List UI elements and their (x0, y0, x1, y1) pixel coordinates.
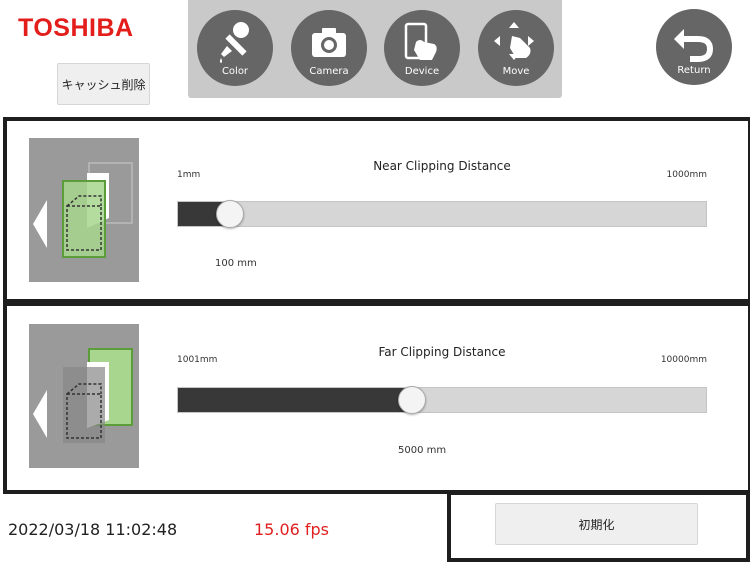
tablet-touch-icon (404, 22, 437, 60)
far-max-label: 10000mm (660, 355, 707, 365)
far-min-label: 1001mm (177, 355, 218, 365)
return-button[interactable]: Return (656, 9, 732, 85)
far-slider-fill (178, 388, 413, 412)
color-tool-button[interactable]: Color (197, 10, 273, 86)
far-slider-thumb[interactable] (398, 386, 427, 414)
tool-label: Move (502, 66, 530, 77)
reset-button[interactable]: 初期化 (495, 503, 698, 545)
camera-tool-button[interactable]: Camera (291, 10, 367, 86)
return-label: Return (677, 65, 711, 76)
near-clipping-title: Near Clipping Distance (373, 159, 511, 173)
tool-label: Device (404, 66, 440, 77)
near-max-label: 1000mm (666, 170, 707, 180)
datetime-text: 2022/03/18 11:02:48 (8, 520, 178, 539)
clear-cache-button[interactable]: キャッシュ削除 (57, 63, 150, 105)
device-tool-button[interactable]: Device (384, 10, 460, 86)
reset-panel: 初期化 (447, 491, 750, 562)
near-clip-diagram (33, 162, 133, 258)
far-clipping-title: Far Clipping Distance (378, 345, 506, 359)
tool-label: Color (221, 66, 249, 77)
tool-bar: Color Camera Device Move (188, 0, 562, 98)
move-hand-icon (494, 22, 534, 60)
return-arrow-icon (674, 29, 714, 62)
toshiba-logo: TOSHIBA (18, 14, 134, 42)
tool-label: Camera (309, 66, 349, 77)
dropper-icon (220, 22, 249, 63)
far-clipping-panel: Far Clipping Distance 1001mm 10000mm 500… (3, 302, 750, 494)
near-value-label: 100 mm (215, 258, 257, 269)
far-clip-diagram (33, 348, 133, 443)
near-clipping-illustration (29, 138, 139, 282)
near-min-label: 1mm (177, 170, 201, 180)
far-clipping-illustration (29, 324, 139, 468)
far-value-label: 5000 mm (398, 445, 447, 456)
far-clipping-slider[interactable] (177, 386, 707, 414)
camera-icon (312, 28, 346, 57)
fps-counter: 15.06 fps (254, 520, 330, 539)
move-tool-button[interactable]: Move (478, 10, 554, 86)
near-clipping-slider[interactable] (177, 200, 707, 228)
near-slider-thumb[interactable] (216, 200, 245, 228)
near-clipping-panel: Near Clipping Distance 1mm 1000mm 100 mm (3, 117, 750, 303)
